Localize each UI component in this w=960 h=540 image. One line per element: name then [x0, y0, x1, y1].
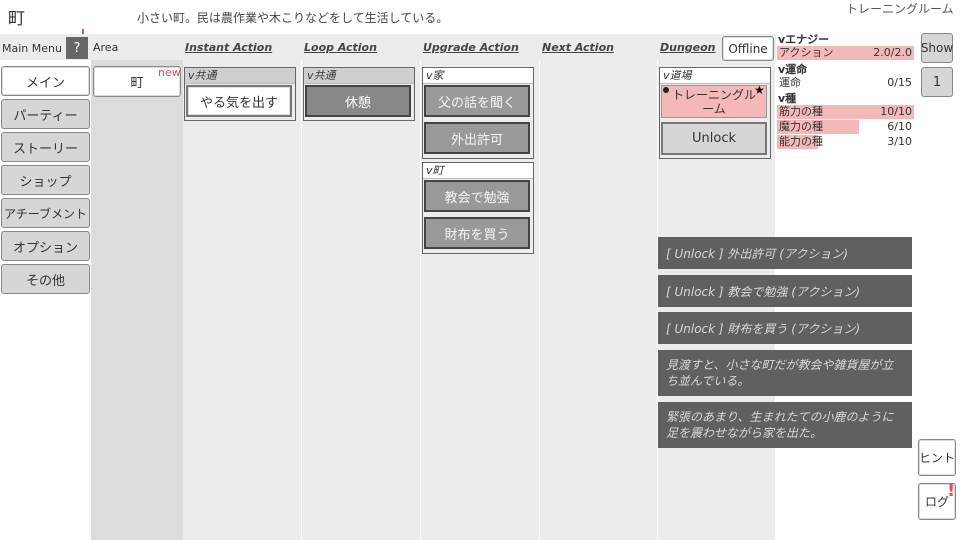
training-room-label: トレーニングルーム: [671, 87, 756, 116]
seed-head-label: 種: [785, 92, 797, 105]
main-menu-label: Main Menu: [2, 42, 62, 55]
loop-group-title[interactable]: v共通: [304, 68, 414, 84]
offline-button[interactable]: Offline: [722, 36, 774, 61]
stat-action-label: アクション: [779, 46, 834, 59]
energy-head-label: エナジー: [785, 33, 830, 46]
log-alert-badge: !: [947, 480, 956, 501]
stat-fate-label: 運命: [779, 76, 801, 89]
stat-fate-row: 運命 0/15: [777, 76, 914, 90]
stat-ability-seed-row: 能力の種 3/10: [777, 135, 914, 149]
dungeon-unlock-button[interactable]: Unlock: [661, 122, 767, 155]
area-header: Area: [91, 34, 183, 60]
star-icon: ★: [754, 83, 765, 97]
message-leave-home: 緊張のあまり、生まれたての小鹿のように足を震わせながら家を出た。: [658, 402, 912, 448]
upgrade-go-out-permission-button[interactable]: 外出許可: [424, 122, 530, 154]
instant-action-header: Instant Action: [183, 34, 303, 60]
menu-party-button[interactable]: パーティー: [1, 99, 90, 129]
stat-strength-seed-value: 10/10: [880, 105, 912, 118]
message-unlock-wallet: [ Unlock ] 財布を買う (アクション): [658, 312, 912, 344]
loop-column: [302, 60, 420, 540]
town-group-label: 町: [432, 164, 444, 177]
stat-magic-seed-label: 魔力の種: [779, 120, 823, 133]
seed-section-head[interactable]: v種: [778, 90, 796, 106]
instant-column: [183, 60, 301, 540]
menu-options-button[interactable]: オプション: [1, 231, 90, 261]
show-button[interactable]: Show: [921, 33, 953, 63]
stat-action-row: アクション 2.0/2.0: [777, 46, 914, 60]
action-rest-button[interactable]: 休憩: [305, 85, 411, 117]
message-town-view: 見渡すと、小さな町だが教会や雑貨屋が立ち並んでいる。: [658, 350, 912, 396]
upgrade-buy-wallet-button[interactable]: 財布を買う: [424, 217, 530, 249]
instant-group-title[interactable]: v共通: [185, 68, 295, 84]
stat-magic-seed-row: 魔力の種 6/10: [777, 120, 914, 134]
upgrade-action-header: Upgrade Action: [421, 34, 541, 60]
location-pin-icon: [663, 87, 669, 93]
menu-other-button[interactable]: その他: [1, 264, 90, 294]
current-area-name: トレーニングルーム: [846, 2, 954, 16]
hint-button[interactable]: ヒント: [918, 439, 956, 476]
help-button[interactable]: ?: [66, 37, 88, 59]
action-motivate-button[interactable]: やる気を出す: [186, 85, 292, 117]
location-title: 町: [8, 9, 25, 29]
next-column: [540, 60, 657, 540]
location-description: 小さい町。民は農作業や木こりなどをして生活している。: [137, 11, 449, 25]
menu-achievement-button[interactable]: アチーブメント: [1, 198, 90, 228]
log-label: ログ: [924, 495, 949, 509]
menu-story-button[interactable]: ストーリー: [1, 132, 90, 162]
home-group-title[interactable]: v家: [423, 68, 533, 84]
next-action-header: Next Action: [540, 34, 659, 60]
stat-strength-seed-row: 筋力の種 10/10: [777, 105, 914, 119]
stat-ability-seed-label: 能力の種: [779, 135, 823, 148]
message-unlock-go-out: [ Unlock ] 外出許可 (アクション): [658, 237, 912, 269]
dungeon-training-room-button[interactable]: トレーニングルーム: [661, 85, 767, 118]
instant-group-label: 共通: [194, 69, 217, 82]
upgrade-church-study-button[interactable]: 教会で勉強: [424, 180, 530, 212]
new-badge: new: [158, 66, 181, 79]
dojo-group-title[interactable]: v道場: [660, 68, 770, 84]
dojo-group-label: 道場: [669, 69, 692, 82]
fate-head-label: 運命: [785, 63, 808, 76]
stat-ability-seed-value: 3/10: [887, 135, 912, 148]
loop-group-label: 共通: [313, 69, 336, 82]
loop-action-header: Loop Action: [302, 34, 422, 60]
fate-section-head[interactable]: v運命: [778, 61, 807, 77]
stat-action-value: 2.0/2.0: [873, 46, 912, 59]
upgrade-listen-father-button[interactable]: 父の話を聞く: [424, 85, 530, 117]
message-unlock-church: [ Unlock ] 教会で勉強 (アクション): [658, 275, 912, 307]
home-group-label: 家: [432, 69, 444, 82]
stat-strength-seed-label: 筋力の種: [779, 105, 823, 118]
stat-fate-value: 0/15: [887, 76, 912, 89]
stat-magic-seed-value: 6/10: [887, 120, 912, 133]
area-column: [91, 60, 183, 540]
town-group-title[interactable]: v町: [423, 163, 533, 179]
menu-shop-button[interactable]: ショップ: [1, 165, 90, 195]
page-number-button[interactable]: 1: [921, 67, 953, 97]
energy-section-head[interactable]: vエナジー: [778, 31, 829, 47]
menu-main-button[interactable]: メイン: [1, 66, 90, 96]
